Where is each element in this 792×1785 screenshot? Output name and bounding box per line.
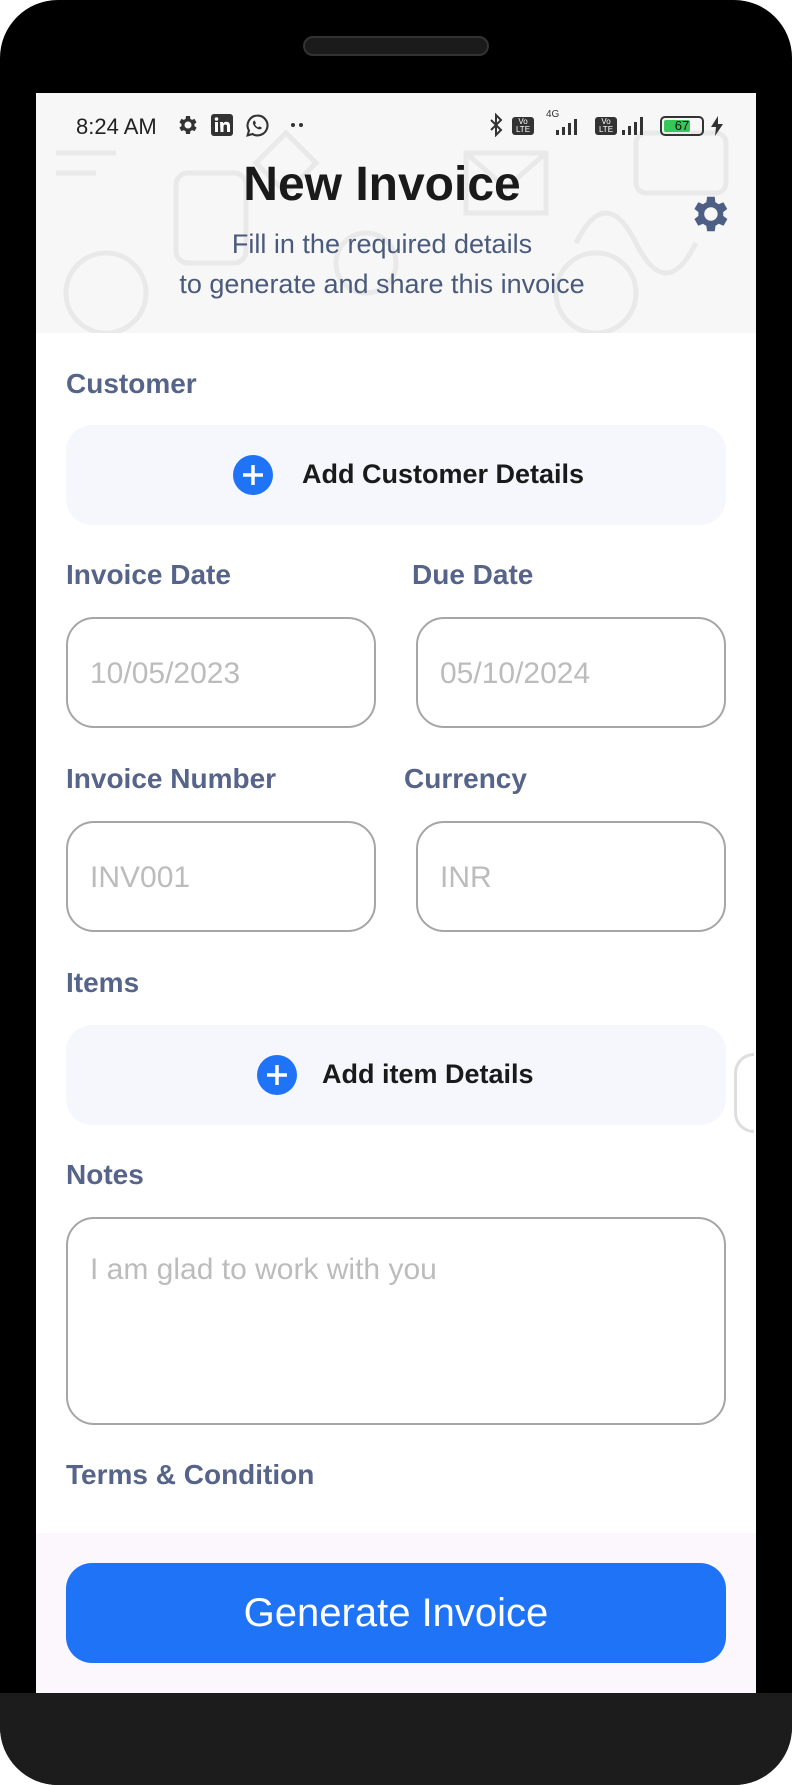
whatsapp-icon (246, 114, 269, 137)
invoice-number-label: Invoice Number (66, 763, 277, 794)
app-screen: 8:24 AM Vo LTE 4G Vo LTE 67 New Invoice … (36, 93, 756, 1693)
gear-icon (179, 116, 197, 134)
more-dots-icon (291, 123, 303, 127)
linkedin-icon (211, 114, 233, 136)
due-date-label: Due Date (412, 559, 534, 590)
phone-frame: 8:24 AM Vo LTE 4G Vo LTE 67 New Invoice … (0, 0, 792, 1785)
generate-invoice-button[interactable]: Generate Invoice (66, 1563, 726, 1663)
speaker-grille (303, 36, 489, 56)
due-date-field[interactable]: 05/10/2024 (416, 617, 726, 728)
currency-label: Currency (404, 763, 527, 794)
invoice-date-field[interactable]: 10/05/2023 (66, 617, 376, 728)
notes-label: Notes (66, 1159, 144, 1190)
charging-icon (711, 116, 723, 136)
currency-placeholder: INR (440, 861, 492, 894)
status-bar: 8:24 AM Vo LTE 4G Vo LTE 67 (36, 93, 756, 139)
due-date-placeholder: 05/10/2024 (440, 657, 591, 690)
currency-field[interactable]: INR (416, 821, 726, 932)
add-customer-button[interactable]: Add Customer Details (66, 425, 726, 525)
status-time: 8:24 AM (76, 114, 157, 139)
terms-label: Terms & Condition (66, 1459, 315, 1490)
footer-bar: Generate Invoice (36, 1533, 756, 1693)
signal-icon (622, 117, 643, 135)
invoice-date-label: Invoice Date (66, 559, 231, 590)
plus-circle-icon (257, 1055, 297, 1095)
settings-gear-icon[interactable] (686, 191, 732, 237)
battery-level: 67 (674, 118, 690, 133)
signal-4g-icon: 4G (546, 109, 582, 135)
invoice-date-placeholder: 10/05/2023 (90, 657, 241, 690)
page-title: New Invoice (243, 158, 521, 211)
add-customer-label: Add Customer Details (302, 459, 585, 489)
items-label: Items (66, 967, 140, 998)
plus-circle-icon (233, 455, 273, 495)
phone-bottom-bezel (0, 1693, 792, 1785)
page-subtitle: Fill in the required details (231, 229, 533, 259)
header: 8:24 AM Vo LTE 4G Vo LTE 67 New Invoice … (36, 93, 756, 333)
bluetooth-icon (490, 113, 503, 137)
notes-textarea[interactable]: I am glad to work with you (66, 1217, 726, 1425)
add-item-button[interactable]: Add item Details (66, 1025, 726, 1125)
edge-drag-handle[interactable] (734, 1053, 754, 1133)
page-subtitle-line2: to generate and share this invoice (179, 269, 585, 299)
add-item-label: Add item Details (322, 1059, 534, 1089)
customer-label: Customer (66, 368, 197, 399)
volte-icon: Vo LTE (595, 117, 617, 135)
battery-icon: 67 (660, 116, 704, 136)
invoice-number-field[interactable]: INV001 (66, 821, 376, 932)
notes-placeholder: I am glad to work with you (90, 1253, 437, 1286)
volte-icon: Vo LTE (512, 117, 534, 135)
invoice-number-placeholder: INV001 (90, 861, 191, 894)
